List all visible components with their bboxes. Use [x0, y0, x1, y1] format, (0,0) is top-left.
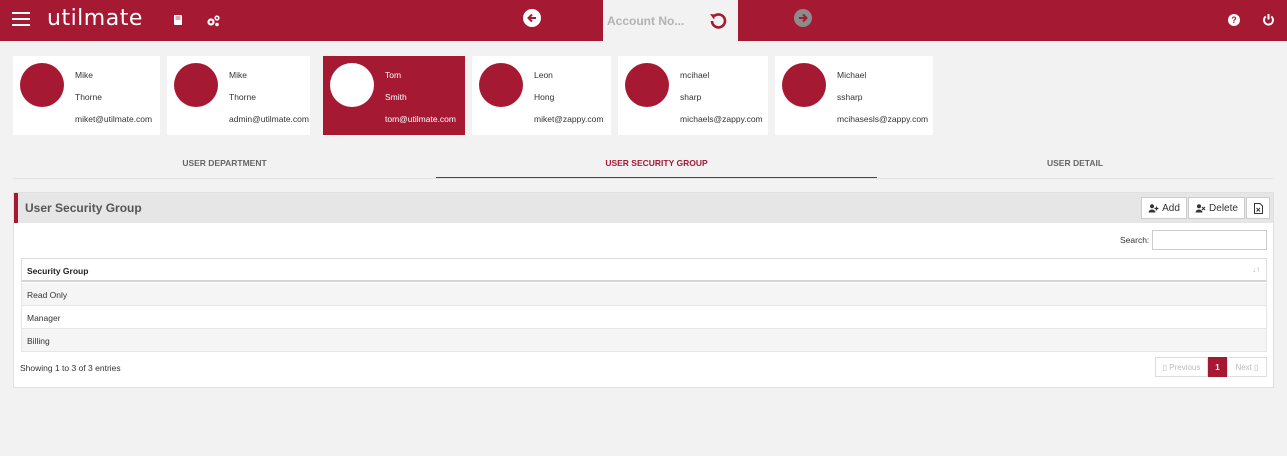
avatar	[625, 63, 669, 107]
avatar	[174, 63, 218, 107]
table-row[interactable]: Manager	[21, 306, 1267, 329]
menu-icon[interactable]	[12, 12, 30, 26]
avatar	[479, 63, 523, 107]
avatar	[20, 63, 64, 107]
panel-header: User Security Group Add Delete	[14, 193, 1273, 223]
add-button[interactable]: Add	[1141, 197, 1187, 219]
top-bar: utilmate ?	[0, 0, 1287, 41]
user-first-name: Mike	[229, 70, 247, 80]
user-first-name: Mike	[75, 70, 93, 80]
delete-button[interactable]: Delete	[1188, 197, 1245, 219]
user-card[interactable]: Leon Hong miket@zappy.com	[472, 56, 611, 135]
gears-icon[interactable]	[206, 14, 221, 29]
tab-user-security-group[interactable]: USER SECURITY GROUP	[436, 148, 877, 179]
page-number-button[interactable]: 1	[1208, 357, 1227, 377]
user-last-name: Smith	[385, 92, 407, 102]
refresh-icon[interactable]	[707, 10, 729, 34]
user-email: admin@utilmate.com	[229, 114, 309, 124]
user-card[interactable]: Mike Thorne miket@utilmate.com	[13, 56, 160, 135]
user-first-name: Leon	[534, 70, 553, 80]
remove-user-icon	[1195, 203, 1206, 212]
user-last-name: Hong	[534, 92, 555, 102]
tab-user-department[interactable]: USER DEPARTMENT	[13, 148, 436, 179]
power-icon[interactable]	[1262, 13, 1275, 28]
previous-label: Previous	[1169, 362, 1201, 372]
user-first-name: Michael	[837, 70, 867, 80]
export-button[interactable]	[1246, 197, 1270, 219]
search-label: Search:	[1120, 235, 1150, 245]
tab-user-detail[interactable]: USER DETAIL	[877, 148, 1273, 179]
column-header-security-group: Security Group	[27, 266, 89, 276]
previous-account-icon[interactable]	[523, 9, 541, 27]
user-last-name: Thorne	[75, 92, 102, 102]
entries-info: Showing 1 to 3 of 3 entries	[20, 363, 121, 373]
avatar	[330, 63, 374, 107]
account-search-box	[603, 0, 738, 41]
export-file-icon	[1253, 202, 1263, 214]
next-page-button[interactable]: Next ▯	[1227, 357, 1267, 377]
user-card[interactable]: mcihael sharp michaels@zappy.com	[618, 56, 768, 135]
user-first-name: mcihael	[680, 70, 710, 80]
user-card-selected[interactable]: Tom Smith tom@utilmate.com	[323, 56, 465, 135]
panel-title: User Security Group	[25, 201, 142, 215]
user-card[interactable]: Mike Thorne admin@utilmate.com	[167, 56, 310, 135]
account-number-input[interactable]	[603, 0, 703, 41]
add-label: Add	[1162, 202, 1180, 214]
user-last-name: sharp	[680, 92, 702, 102]
add-user-icon	[1148, 203, 1159, 212]
tab-divider	[13, 178, 1273, 179]
avatar	[782, 63, 826, 107]
row-cell: Billing	[27, 336, 50, 346]
user-email: michaels@zappy.com	[680, 114, 763, 124]
search-input[interactable]	[1152, 230, 1267, 250]
user-email: tom@utilmate.com	[385, 114, 456, 124]
row-cell: Manager	[27, 313, 61, 323]
delete-label: Delete	[1209, 202, 1238, 214]
brand-logo: utilmate	[47, 6, 143, 31]
previous-page-button[interactable]: ▯ Previous	[1155, 357, 1208, 377]
next-label: Next	[1235, 362, 1252, 372]
user-email: mcihasesls@zappy.com	[837, 114, 929, 124]
user-email: miket@utilmate.com	[75, 114, 153, 124]
table-header[interactable]: Security Group ↓↑	[21, 258, 1267, 282]
user-email: miket@zappy.com	[534, 114, 604, 124]
next-account-icon[interactable]	[794, 9, 812, 27]
user-first-name: Tom	[385, 70, 402, 80]
user-card[interactable]: Michael ssharp mcihasesls@zappy.com	[775, 56, 933, 135]
table-row[interactable]: Read Only	[21, 283, 1267, 306]
book-icon[interactable]	[172, 14, 184, 28]
user-last-name: Thorne	[229, 92, 256, 102]
help-icon[interactable]: ?	[1228, 14, 1240, 26]
row-cell: Read Only	[27, 290, 68, 300]
table-row[interactable]: Billing	[21, 329, 1267, 352]
security-group-panel: User Security Group Add Delete Search: S…	[13, 192, 1274, 388]
sort-icon[interactable]: ↓↑	[1252, 265, 1260, 274]
user-last-name: ssharp	[837, 92, 863, 102]
